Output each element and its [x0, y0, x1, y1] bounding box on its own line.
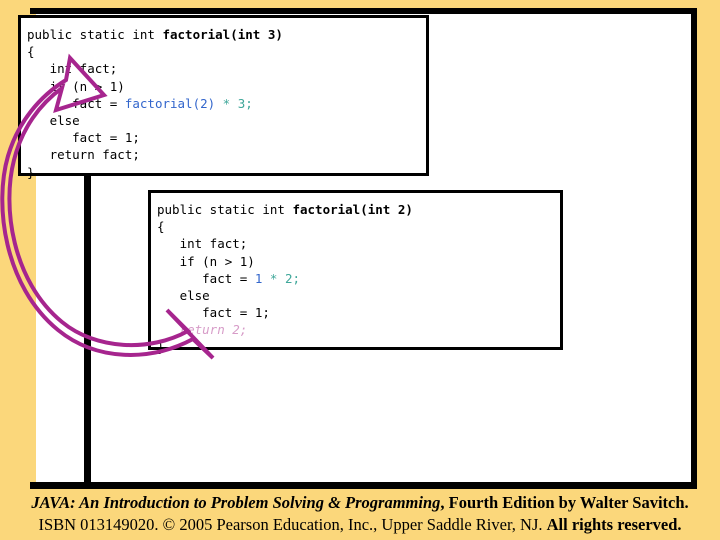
footer-book-title: JAVA: An Introduction to Problem Solving…	[31, 493, 441, 512]
signature-plain: public static int	[27, 27, 163, 42]
code-line-return: return 2;	[157, 322, 248, 338]
footer-line-2: ISBN 013149020. © 2005 Pearson Education…	[0, 514, 720, 536]
code-line-signature: public static int factorial(int 2)	[157, 202, 413, 217]
panel-border-bottom	[30, 482, 697, 489]
footer-rights: All rights reserved.	[546, 515, 682, 534]
code-line: if (n > 1)	[157, 253, 255, 269]
code-fragment-plain	[157, 322, 180, 337]
footer-isbn-copyright: ISBN 013149020. © 2005 Pearson Education…	[38, 515, 547, 534]
footer-edition: , Fourth Edition by Walter Savitch.	[440, 493, 689, 512]
signature-bold: factorial(int 3)	[162, 27, 283, 42]
code-line-signature: public static int factorial(int 3)	[27, 27, 283, 42]
code-line: else	[157, 288, 210, 304]
code-fragment-call: factorial(2)	[124, 95, 216, 111]
code-line: if (n > 1)	[27, 78, 125, 94]
code-line: int fact;	[27, 61, 118, 77]
panel-border-left	[84, 176, 91, 488]
code-line: {	[157, 219, 165, 235]
footer-credit: JAVA: An Introduction to Problem Solving…	[0, 492, 720, 540]
code-line-recursive-call: fact = factorial(2) * 3;	[27, 96, 253, 111]
code-fragment-plain: fact =	[27, 95, 125, 111]
panel-border-right	[691, 8, 697, 488]
code-box-factorial-2: public static int factorial(int 2) { int…	[148, 190, 563, 355]
code-line-product: fact = 1 * 2;	[157, 271, 300, 286]
signature-plain: public static int	[157, 202, 293, 217]
code-fragment-multiplier: * 3;	[215, 95, 253, 111]
code-fragment-multiplier: * 2;	[262, 270, 301, 286]
code-line: return fact;	[27, 147, 140, 163]
code-line: fact = 1;	[157, 305, 270, 321]
code-box-factorial-3: public static int factorial(int 3) { int…	[18, 15, 429, 180]
code-line: }	[157, 339, 165, 355]
code-line: {	[27, 44, 35, 60]
panel-border-top	[30, 8, 697, 14]
code-line: int fact;	[157, 236, 248, 252]
code-fragment-return-value: return 2;	[179, 322, 248, 338]
code-line: else	[27, 113, 80, 129]
slide-root: public static int factorial(int 3) { int…	[0, 0, 720, 540]
code-fragment-plain: fact =	[157, 270, 255, 286]
code-line: fact = 1;	[27, 130, 140, 146]
code-line: }	[27, 164, 35, 180]
signature-bold: factorial(int 2)	[292, 202, 413, 217]
footer-line-1: JAVA: An Introduction to Problem Solving…	[0, 492, 720, 514]
